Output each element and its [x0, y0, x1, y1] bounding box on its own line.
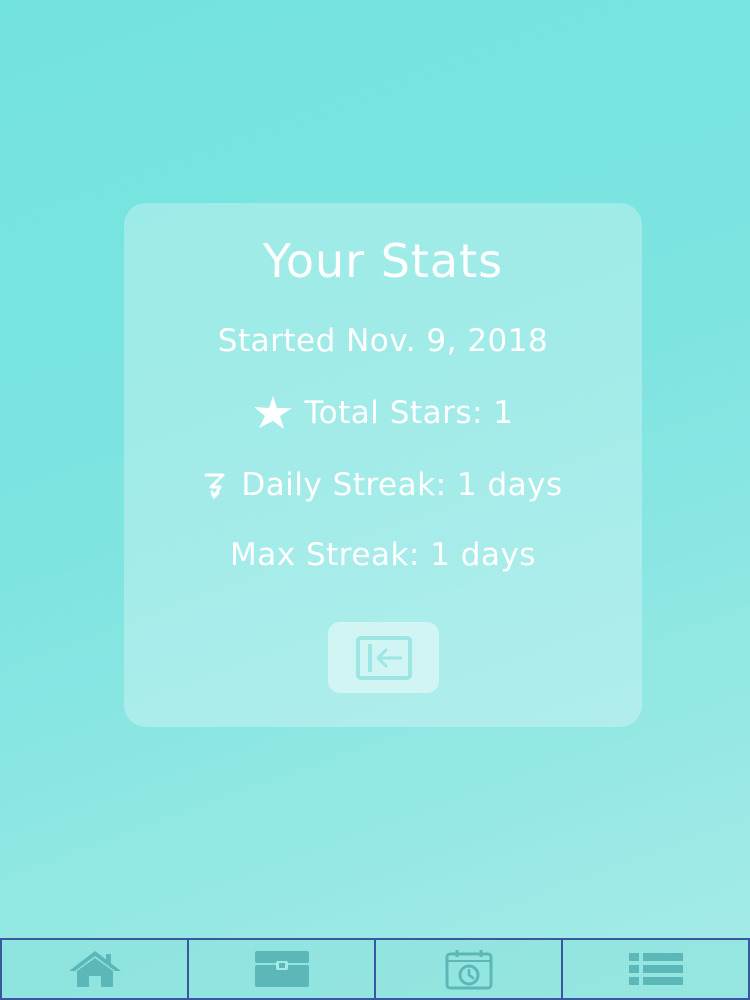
max-streak-text: Max Streak: 1 days — [230, 537, 536, 573]
started-date-text: Started Nov. 9, 2018 — [217, 323, 549, 359]
page-title: Your Stats — [262, 234, 504, 288]
home-icon — [67, 949, 123, 989]
tab-bar — [0, 938, 750, 1000]
treasure-chest-icon — [253, 949, 311, 989]
calendar-clock-icon — [443, 948, 495, 990]
total-stars: Total Stars: 1 — [124, 393, 642, 433]
tab-list[interactable] — [561, 940, 750, 1000]
max-streak: Max Streak: 1 days — [124, 535, 642, 575]
daily-streak: Daily Streak: 1 days — [124, 465, 642, 505]
streak-icon — [203, 470, 229, 500]
started-date: Started Nov. 9, 2018 — [124, 321, 642, 361]
tab-calendar[interactable] — [374, 940, 561, 1000]
tab-chest[interactable] — [187, 940, 374, 1000]
daily-streak-text: Daily Streak: 1 days — [241, 467, 563, 503]
stats-card: Your Stats Started Nov. 9, 2018 Total St… — [124, 203, 642, 727]
list-icon — [627, 951, 685, 987]
back-button[interactable] — [328, 622, 439, 693]
star-icon — [253, 395, 293, 431]
tab-home[interactable] — [0, 940, 187, 1000]
total-stars-text: Total Stars: 1 — [304, 395, 514, 431]
exit-arrow-icon — [355, 635, 412, 680]
